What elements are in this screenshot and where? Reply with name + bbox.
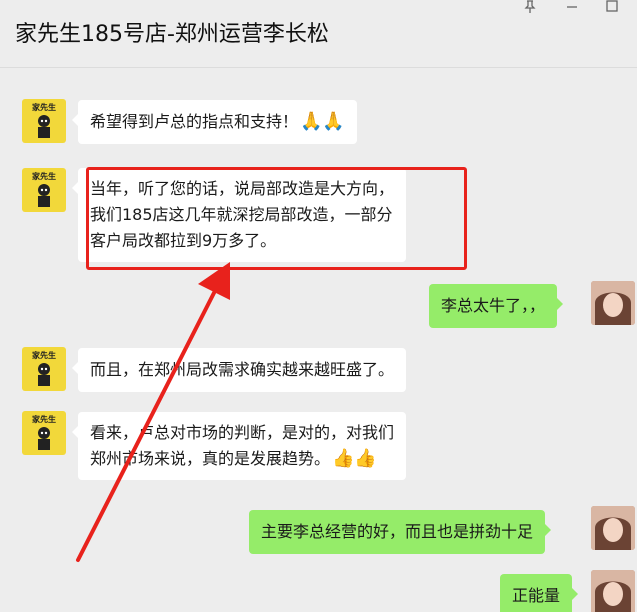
annotation-arrow: [76, 262, 230, 562]
